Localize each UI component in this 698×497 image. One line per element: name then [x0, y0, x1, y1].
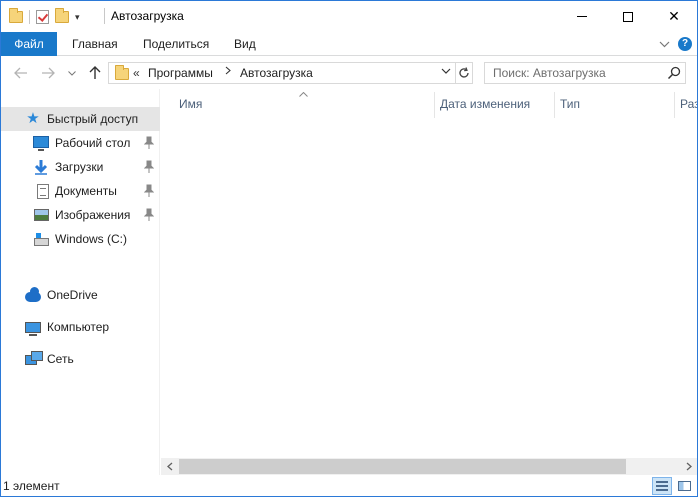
breadcrumb-programs[interactable]: Программы	[148, 66, 213, 80]
sidebar-item-network[interactable]: Сеть	[1, 347, 160, 371]
sidebar-item-label: Документы	[55, 184, 117, 198]
sidebar-item-downloads[interactable]: Загрузки	[1, 155, 160, 179]
details-view-button[interactable]	[652, 477, 672, 495]
sidebar-item-windows-drive[interactable]: Windows (C:)	[1, 227, 160, 251]
back-arrow-icon	[14, 67, 27, 79]
tab-home[interactable]: Главная	[59, 32, 131, 56]
customize-toolbar-icon[interactable]: ▾	[75, 12, 80, 23]
toolbar-separator	[29, 10, 30, 24]
sidebar-item-label: Компьютер	[47, 320, 110, 334]
chevron-right-icon	[686, 462, 692, 471]
download-icon	[34, 160, 48, 175]
pin-icon[interactable]	[144, 160, 154, 174]
address-history-button[interactable]	[441, 66, 451, 77]
file-list[interactable]: Имя Дата изменения Тип Раз	[161, 89, 697, 458]
explorer-window: ▾ Автозагрузка ✕ Файл Главная Поделиться…	[0, 0, 698, 497]
pin-icon[interactable]	[144, 136, 154, 150]
expand-ribbon-icon[interactable]	[657, 37, 671, 51]
tab-file[interactable]: Файл	[1, 32, 57, 56]
chevron-down-icon	[441, 68, 451, 74]
breadcrumb-separator-icon[interactable]	[225, 66, 231, 78]
help-icon[interactable]: ?	[678, 37, 692, 51]
pin-icon[interactable]	[144, 208, 154, 222]
computer-icon	[25, 321, 41, 336]
quick-access-toolbar: ▾	[9, 7, 80, 27]
scroll-left-button[interactable]	[161, 458, 178, 475]
maximize-icon	[623, 11, 633, 22]
sidebar-item-label: Загрузки	[55, 160, 104, 174]
sidebar-item-onedrive[interactable]: OneDrive	[1, 283, 160, 307]
documents-icon	[37, 183, 49, 199]
scroll-right-button[interactable]	[680, 458, 697, 475]
search-input[interactable]	[493, 66, 663, 80]
sidebar-item-documents[interactable]: Документы	[1, 179, 160, 203]
refresh-button[interactable]	[455, 62, 473, 84]
properties-icon[interactable]	[36, 10, 49, 24]
close-button[interactable]: ✕	[651, 1, 697, 32]
item-count: 1 элемент	[3, 479, 60, 493]
folder-icon[interactable]	[9, 8, 23, 23]
scrollbar-thumb[interactable]	[179, 459, 626, 474]
sidebar-item-computer[interactable]: Компьютер	[1, 315, 160, 339]
breadcrumb-startup[interactable]: Автозагрузка	[240, 66, 313, 80]
breadcrumb-overflow[interactable]: «	[133, 66, 140, 80]
horizontal-scrollbar[interactable]	[161, 458, 697, 475]
column-header-date-modified[interactable]: Дата изменения	[440, 97, 530, 115]
sidebar-item-label: Сеть	[47, 352, 74, 366]
window-title: Автозагрузка	[111, 9, 184, 23]
pictures-icon	[33, 209, 49, 221]
sidebar-item-label: Windows (C:)	[55, 232, 128, 246]
forward-button[interactable]	[39, 64, 57, 82]
desktop-icon	[33, 136, 49, 151]
address-bar[interactable]: « Программы Автозагрузка	[108, 62, 456, 84]
column-header-name[interactable]: Имя	[179, 97, 202, 115]
column-header-type[interactable]: Тип	[560, 97, 580, 115]
sort-ascending-icon	[299, 89, 308, 99]
minimize-button[interactable]	[559, 1, 605, 32]
refresh-icon	[458, 67, 469, 78]
folder-icon	[115, 65, 129, 80]
new-folder-icon[interactable]	[55, 8, 69, 23]
sidebar-item-label: Изображения	[55, 208, 131, 222]
ribbon-tabs: Файл Главная Поделиться Вид ?	[1, 32, 697, 56]
chevron-down-icon	[68, 70, 76, 76]
star-icon: ★	[26, 110, 40, 127]
tab-view[interactable]: Вид	[221, 32, 269, 56]
search-icon[interactable]	[667, 66, 681, 80]
sidebar-item-pictures[interactable]: Изображения	[1, 203, 160, 227]
sidebar-item-label: OneDrive	[47, 288, 98, 302]
title-bar: ▾ Автозагрузка ✕	[1, 1, 697, 32]
drive-icon	[33, 233, 49, 246]
large-icons-view-button[interactable]	[674, 477, 694, 495]
back-button[interactable]	[12, 64, 30, 82]
title-separator	[104, 8, 105, 24]
large-icons-view-icon	[677, 481, 691, 491]
sidebar-item-quick-access[interactable]: ★ Быстрый доступ	[1, 107, 160, 131]
up-button[interactable]	[86, 64, 104, 82]
column-header-size[interactable]: Раз	[680, 97, 697, 115]
maximize-button[interactable]	[605, 1, 651, 32]
sidebar-item-label: Быстрый доступ	[47, 112, 139, 126]
onedrive-icon	[25, 287, 41, 302]
navigation-pane: ★ Быстрый доступ Рабочий стол Загрузки Д…	[1, 89, 160, 475]
details-view-icon	[656, 481, 668, 491]
column-divider[interactable]	[434, 92, 435, 118]
status-bar: 1 элемент	[1, 475, 697, 496]
recent-locations-button[interactable]	[63, 64, 81, 82]
tab-share[interactable]: Поделиться	[130, 32, 222, 56]
sidebar-item-desktop[interactable]: Рабочий стол	[1, 131, 160, 155]
column-divider[interactable]	[554, 92, 555, 118]
search-box	[484, 62, 686, 84]
minimize-icon	[577, 16, 587, 17]
navigation-bar: « Программы Автозагрузка	[1, 57, 697, 89]
pin-icon[interactable]	[144, 184, 154, 198]
close-icon: ✕	[668, 8, 680, 24]
forward-arrow-icon	[42, 67, 55, 79]
network-icon	[25, 351, 43, 365]
chevron-left-icon	[166, 462, 172, 471]
sidebar-item-label: Рабочий стол	[55, 136, 131, 150]
column-divider[interactable]	[674, 92, 675, 118]
up-arrow-icon	[89, 66, 101, 79]
